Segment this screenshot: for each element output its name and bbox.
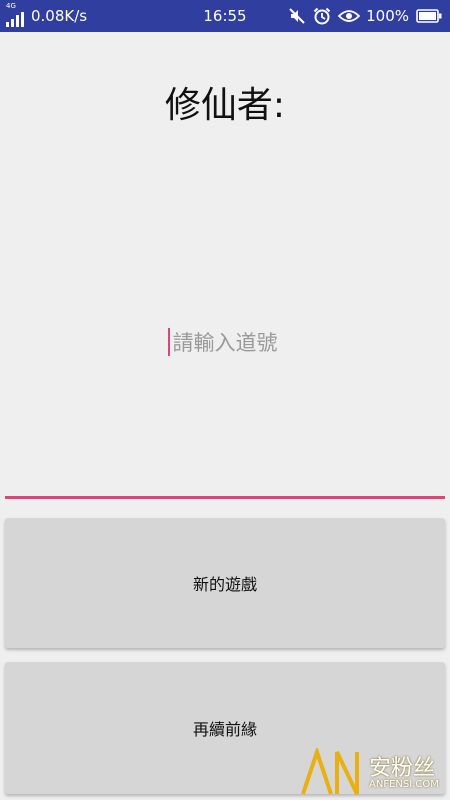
watermark: 安粉丝 ANFENSI.COM <box>301 745 446 796</box>
watermark-text: 安粉丝 <box>369 756 436 781</box>
input-underline <box>5 496 445 499</box>
watermark-subtext: ANFENSI.COM <box>369 779 439 790</box>
watermark-logo <box>301 745 359 795</box>
name-input-field <box>5 135 445 501</box>
battery-icon <box>416 9 442 23</box>
eye-icon <box>338 10 361 22</box>
alarm-icon <box>313 7 331 25</box>
new-game-button[interactable]: 新的遊戲 <box>5 518 445 648</box>
status-bar: 4G 0.08K/s 16:55 100% <box>0 0 450 32</box>
text-cursor <box>168 328 170 356</box>
battery-level: 100% <box>366 7 409 25</box>
mute-icon <box>289 8 305 24</box>
daohao-input[interactable] <box>5 319 445 367</box>
status-bar-right: 100% <box>281 0 442 32</box>
app-screen: 4G 0.08K/s 16:55 100% 修仙者: 請輸入道號 新的遊戲 再續… <box>0 0 450 800</box>
page-title: 修仙者: <box>164 85 286 126</box>
